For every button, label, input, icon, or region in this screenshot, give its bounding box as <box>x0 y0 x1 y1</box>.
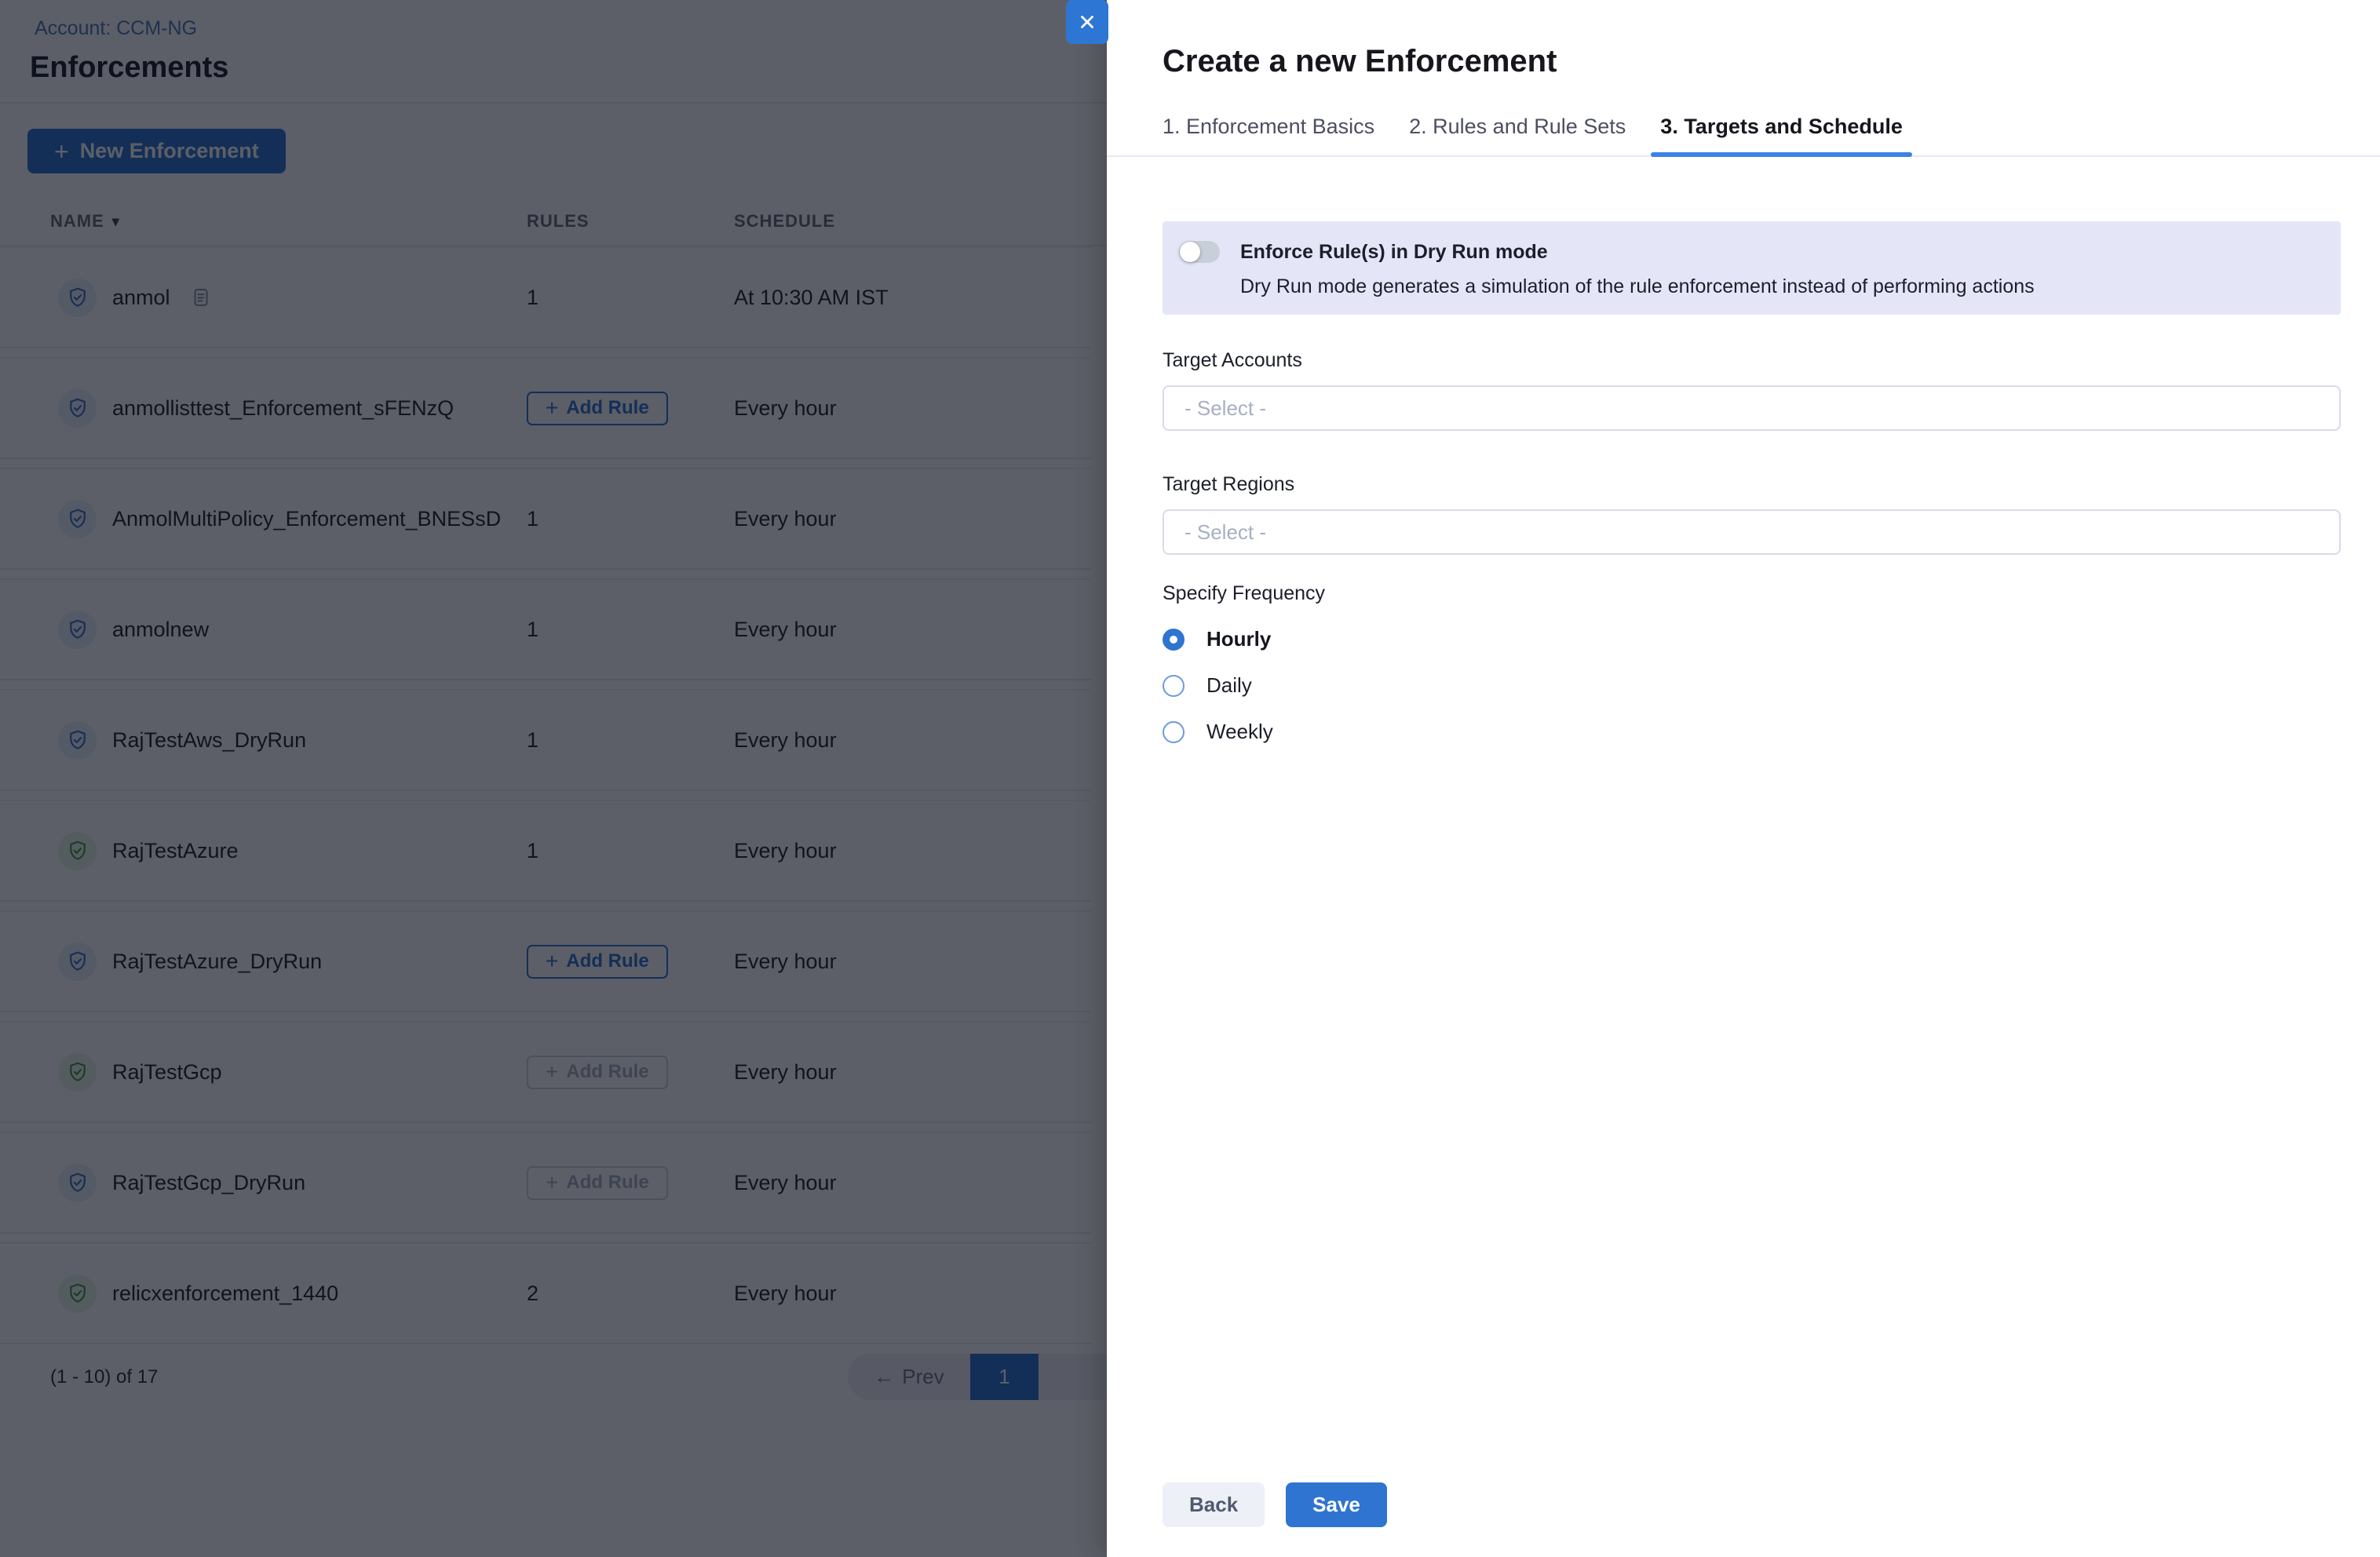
target-regions-field: Target Regions - Select - <box>1163 473 2341 555</box>
target-accounts-label: Target Accounts <box>1163 349 2341 372</box>
app-root: Account: CCM-NG Enforcements + New Enfor… <box>0 0 2380 1557</box>
dry-run-toggle[interactable] <box>1179 241 1220 263</box>
close-drawer-button[interactable] <box>1066 0 1108 44</box>
target-accounts-select[interactable]: - Select - <box>1163 385 2341 431</box>
target-regions-label: Target Regions <box>1163 473 2341 496</box>
drawer-tabs: 1. Enforcement Basics 2. Rules and Rule … <box>1107 98 2380 157</box>
create-enforcement-drawer: Create a new Enforcement 1. Enforcement … <box>1107 0 2380 1557</box>
frequency-section: Specify Frequency Hourly Daily Weekly <box>1163 582 2341 744</box>
dry-run-text: Enforce Rule(s) in Dry Run mode Dry Run … <box>1240 241 2035 298</box>
frequency-option-hourly[interactable]: Hourly <box>1163 627 2341 651</box>
close-icon <box>1077 12 1097 32</box>
tab-enforcement-basics[interactable]: 1. Enforcement Basics <box>1163 98 1374 155</box>
toggle-knob <box>1180 242 1200 262</box>
drawer-title: Create a new Enforcement <box>1163 44 2380 79</box>
dry-run-description: Dry Run mode generates a simulation of t… <box>1240 275 2035 298</box>
back-button[interactable]: Back <box>1163 1482 1265 1527</box>
dry-run-banner: Enforce Rule(s) in Dry Run mode Dry Run … <box>1163 221 2341 315</box>
radio-checked-icon <box>1163 629 1185 651</box>
dry-run-title: Enforce Rule(s) in Dry Run mode <box>1240 241 2035 264</box>
drawer-footer: Back Save <box>1163 1482 1387 1527</box>
tab-targets-and-schedule[interactable]: 3. Targets and Schedule <box>1660 98 1903 155</box>
target-accounts-field: Target Accounts - Select - <box>1163 349 2341 431</box>
frequency-label: Specify Frequency <box>1163 582 2341 605</box>
radio-unchecked-icon <box>1163 675 1185 697</box>
drawer-body: Enforce Rule(s) in Dry Run mode Dry Run … <box>1107 157 2380 744</box>
frequency-option-daily[interactable]: Daily <box>1163 673 2341 698</box>
radio-unchecked-icon <box>1163 721 1185 743</box>
target-regions-select[interactable]: - Select - <box>1163 509 2341 555</box>
frequency-option-weekly[interactable]: Weekly <box>1163 720 2341 744</box>
save-button[interactable]: Save <box>1286 1482 1387 1527</box>
tab-rules-and-rule-sets[interactable]: 2. Rules and Rule Sets <box>1409 98 1626 155</box>
